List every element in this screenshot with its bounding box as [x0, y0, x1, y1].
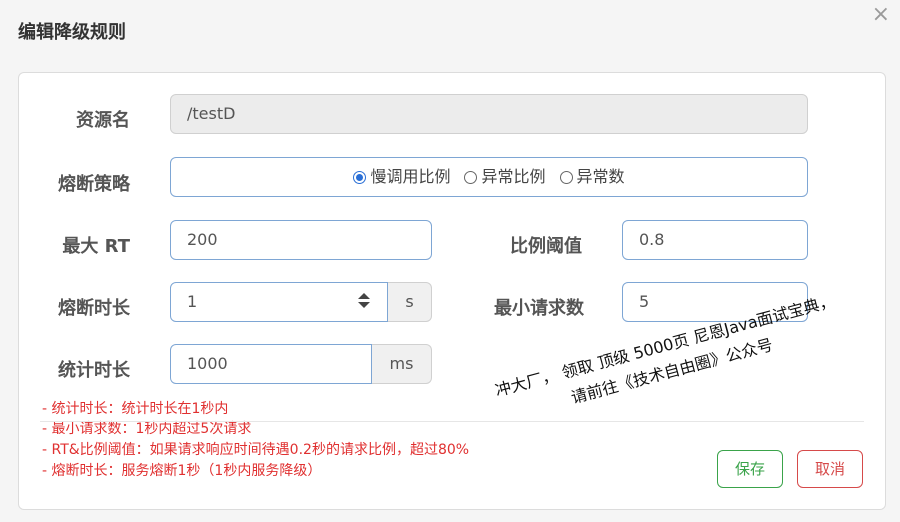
number-stepper-icon[interactable]	[357, 293, 371, 311]
stat-duration-input[interactable]: 1000	[170, 344, 372, 384]
radio-label: 异常数	[576, 167, 625, 186]
unit-s: s	[388, 282, 432, 322]
radio-label: 异常比例	[481, 167, 546, 186]
circuit-duration-input[interactable]: 1	[170, 282, 388, 322]
max-rt-input[interactable]: 200	[170, 220, 432, 260]
resource-field: /testD	[170, 94, 808, 134]
circuit-duration-label: 熔断时长	[58, 298, 130, 319]
help-line: - RT&比例阈值：如果请求响应时间待遇0.2秒的请求比例，超过80%	[42, 442, 470, 458]
radio-unchecked-icon	[559, 170, 573, 184]
unit-ms: ms	[372, 344, 432, 384]
circuit-duration-value: 1	[187, 292, 198, 311]
strategy-radio-group: 慢调用比例 异常比例 异常数	[170, 157, 808, 197]
resource-label: 资源名	[76, 110, 130, 131]
radio-label: 慢调用比例	[370, 167, 451, 186]
ratio-threshold-label: 比例阈值	[510, 236, 582, 257]
radio-checked-icon	[353, 170, 367, 184]
radio-slow-ratio[interactable]: 慢调用比例	[353, 158, 450, 196]
cancel-button[interactable]: 取消	[797, 450, 863, 488]
stat-duration-label: 统计时长	[58, 360, 130, 381]
radio-unchecked-icon	[464, 170, 478, 184]
min-requests-label: 最小请求数	[494, 298, 584, 319]
dialog-title: 编辑降级规则	[18, 22, 126, 43]
max-rt-label: 最大 RT	[62, 236, 130, 257]
close-icon[interactable]: ×	[872, 4, 890, 26]
save-button[interactable]: 保存	[717, 450, 783, 488]
strategy-label: 熔断策略	[58, 174, 130, 195]
help-line: - 熔断时长：服务熔断1秒（1秒内服务降级）	[42, 463, 322, 479]
radio-error-count[interactable]: 异常数	[559, 158, 625, 196]
help-line: - 统计时长：统计时长在1秒内	[42, 401, 229, 417]
divider	[40, 421, 864, 422]
radio-error-ratio[interactable]: 异常比例	[464, 158, 546, 196]
ratio-threshold-input[interactable]: 0.8	[622, 220, 808, 260]
